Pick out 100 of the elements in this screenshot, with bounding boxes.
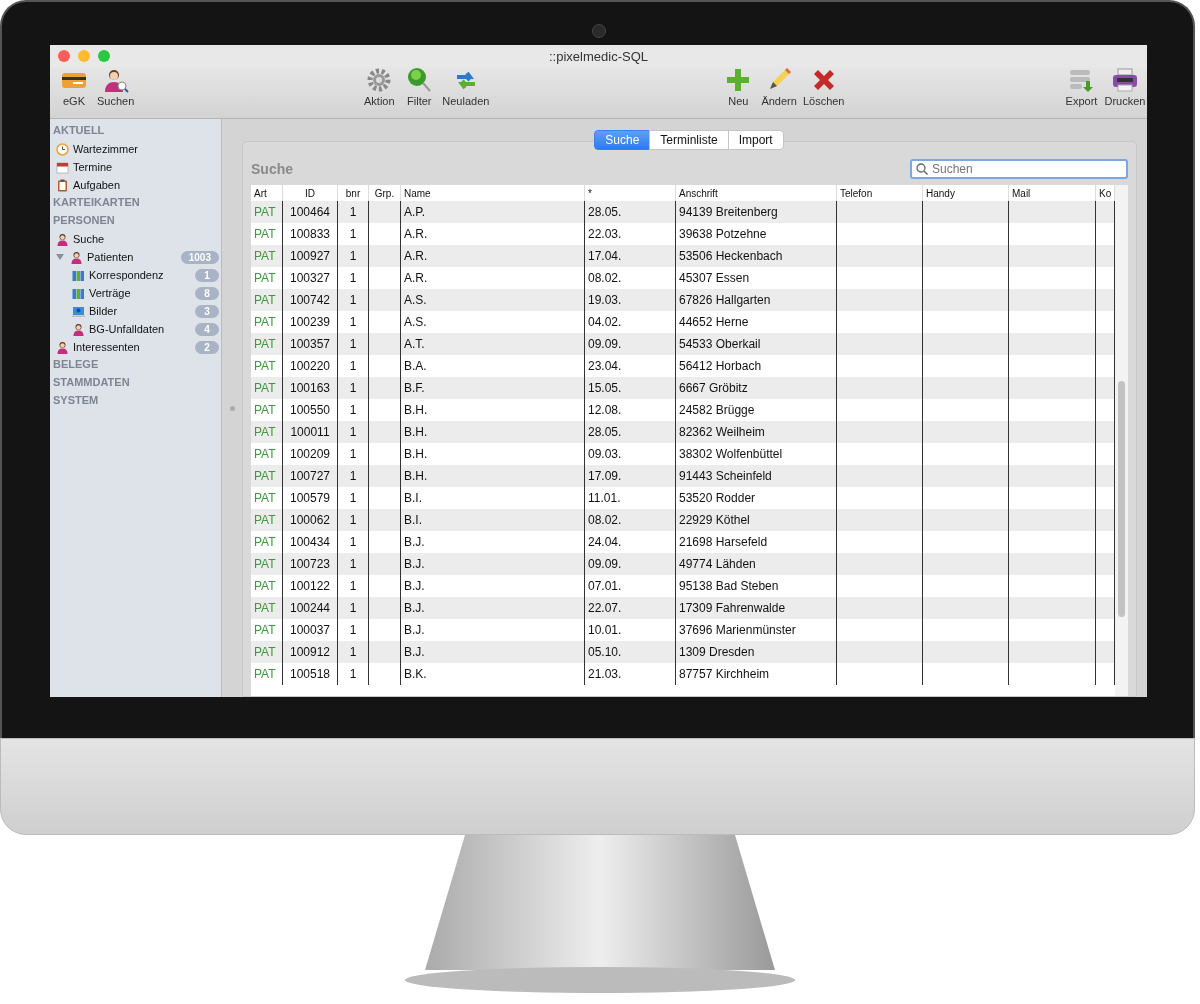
sidebar-item[interactable]: Bilder xyxy=(89,305,191,317)
table-cell xyxy=(369,597,401,619)
count-badge: 1003 xyxy=(180,250,219,264)
picture-icon xyxy=(72,304,85,318)
count-badge: 4 xyxy=(195,322,219,336)
zoom-button[interactable] xyxy=(98,50,110,62)
toolbar-button[interactable]: Neuladen xyxy=(441,67,491,107)
camera-dot xyxy=(591,24,606,38)
table-cell: 1 xyxy=(338,289,369,311)
table-cell: 23.04. xyxy=(585,355,676,377)
table-cell: PAT xyxy=(251,421,283,443)
table-cell xyxy=(369,465,401,487)
count-badge: 3 xyxy=(195,304,219,318)
filter-icon xyxy=(406,67,433,93)
sidebar-item[interactable]: Wartezimmer xyxy=(73,143,219,155)
table-cell: PAT xyxy=(251,509,283,531)
table-cell: PAT xyxy=(251,201,283,223)
sidebar-item[interactable]: Verträge xyxy=(89,287,191,299)
table-cell: 22929 Köthel xyxy=(676,509,837,531)
table-cell: PAT xyxy=(251,245,283,267)
table-cell: 6667 Gröbitz xyxy=(676,377,837,399)
table-cell: B.J. xyxy=(401,597,585,619)
table-cell: PAT xyxy=(251,289,283,311)
toolbar-button[interactable]: Drucken xyxy=(1103,67,1147,107)
table-cell: B.H. xyxy=(401,399,585,421)
table-cell: A.T. xyxy=(401,333,585,355)
table-cell: A.P. xyxy=(401,201,585,223)
table-cell: A.S. xyxy=(401,289,585,311)
count-badge: 8 xyxy=(195,286,219,300)
table-cell: 100244 xyxy=(283,597,338,619)
toolbar-button[interactable]: Suchen xyxy=(96,67,136,107)
table-cell: 87757 Kirchheim xyxy=(676,663,837,685)
table-cell: 100927 xyxy=(283,245,338,267)
person-search-icon xyxy=(102,67,129,93)
table-cell: A.R. xyxy=(401,267,585,289)
sidebar-item[interactable]: Korrespondenz xyxy=(89,269,191,281)
table-cell: 91443 Scheinfeld xyxy=(676,465,837,487)
table-cell: B.J. xyxy=(401,553,585,575)
scrollbar-thumb[interactable] xyxy=(1118,381,1126,617)
table-cell: 1 xyxy=(338,245,369,267)
folders-icon xyxy=(72,286,85,300)
table-cell: 100357 xyxy=(283,333,338,355)
table-cell: 49774 Lähden xyxy=(676,553,837,575)
table-cell: 100912 xyxy=(283,641,338,663)
table-cell xyxy=(369,377,401,399)
table-cell: 100464 xyxy=(283,201,338,223)
sidebar-item[interactable]: BG-Unfalldaten xyxy=(89,323,191,335)
close-button[interactable] xyxy=(58,50,70,62)
table-cell: 1309 Dresden xyxy=(676,641,837,663)
table-cell xyxy=(369,201,401,223)
table-cell: 17.04. xyxy=(585,245,676,267)
splitter-handle[interactable] xyxy=(229,405,235,411)
toolbar-button[interactable]: Ändern xyxy=(760,67,798,107)
toolbar-button[interactable]: eGK xyxy=(56,67,92,107)
table-cell: 09.09. xyxy=(585,553,676,575)
toolbar-button[interactable]: Neu xyxy=(720,67,757,107)
table-cell: 15.05. xyxy=(585,377,676,399)
table-cell: 53520 Rodder xyxy=(676,487,837,509)
person-icon xyxy=(56,232,69,246)
table-cell: PAT xyxy=(251,641,283,663)
search-field[interactable]: Suchen xyxy=(910,159,1128,179)
table-cell: 1 xyxy=(338,465,369,487)
table-cell: 100062 xyxy=(283,509,338,531)
table-cell: 100011 xyxy=(283,421,338,443)
disclosure-triangle-icon[interactable] xyxy=(56,253,64,261)
table-cell: B.H. xyxy=(401,421,585,443)
table-cell: B.I. xyxy=(401,509,585,531)
table-cell: 17309 Fahrenwalde xyxy=(676,597,837,619)
table-cell: PAT xyxy=(251,465,283,487)
minimize-button[interactable] xyxy=(78,50,90,62)
table-cell: 12.08. xyxy=(585,399,676,421)
clock-icon xyxy=(56,142,69,156)
panel-title: Suche xyxy=(251,161,293,177)
table-cell: 1 xyxy=(338,597,369,619)
sidebar-item[interactable]: Termine xyxy=(73,161,219,173)
person-icon xyxy=(70,250,83,264)
table-cell: 38302 Wolfenbüttel xyxy=(676,443,837,465)
table-cell: B.K. xyxy=(401,663,585,685)
table-cell: 45307 Essen xyxy=(676,267,837,289)
table-cell: 28.05. xyxy=(585,201,676,223)
tab[interactable]: Terminliste xyxy=(649,130,729,150)
toolbar-button[interactable]: Löschen xyxy=(801,67,846,107)
sidebar-item[interactable]: Patienten xyxy=(87,251,177,263)
table-cell: B.I. xyxy=(401,487,585,509)
table-cell: 1 xyxy=(338,421,369,443)
table-cell: 04.02. xyxy=(585,311,676,333)
table-cell: 08.02. xyxy=(585,509,676,531)
table-cell: PAT xyxy=(251,597,283,619)
toolbar-button[interactable]: Filter xyxy=(401,67,438,107)
sidebar-item[interactable]: Interessenten xyxy=(73,341,191,353)
table-cell: 100163 xyxy=(283,377,338,399)
table-cell: 1 xyxy=(338,333,369,355)
toolbar-button[interactable]: Export xyxy=(1063,67,1100,107)
tab[interactable]: Import xyxy=(727,130,784,150)
person-icon xyxy=(56,340,69,354)
sidebar-item[interactable]: Suche xyxy=(73,233,219,245)
sidebar-item[interactable]: Aufgaben xyxy=(73,179,219,191)
toolbar-button[interactable]: Aktion xyxy=(361,67,398,107)
table-cell: 94139 Breitenberg xyxy=(676,201,837,223)
table-cell xyxy=(369,641,401,663)
